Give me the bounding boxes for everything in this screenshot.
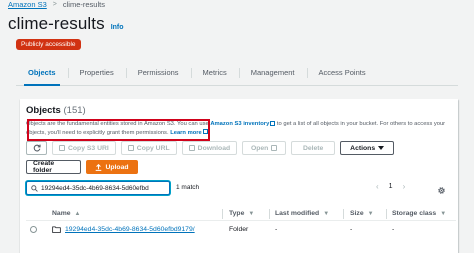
copy-url-button[interactable]: Copy URL: [120, 141, 177, 155]
page-title: clime-results: [8, 14, 105, 33]
sort-icon: ▼: [323, 210, 330, 217]
search-match-count: 1 match: [176, 184, 200, 191]
object-search-input[interactable]: 19294ed4-35dc-4b69-8634-5d60efbd: [26, 181, 170, 195]
objects-title: Objects: [26, 105, 61, 116]
highlight-box: [27, 119, 210, 141]
breadcrumb-separator: >: [52, 1, 57, 8]
caret-down-icon: [378, 146, 385, 150]
inventory-link[interactable]: Amazon S3 inventory: [210, 121, 269, 127]
sort-icon: ▼: [367, 210, 374, 217]
refresh-icon: [33, 144, 41, 152]
previous-page-icon[interactable]: ‹: [376, 182, 379, 191]
search-value: 19294ed4-35dc-4b69-8634-5d60efbd: [41, 184, 149, 192]
create-folder-button[interactable]: Create folder: [26, 160, 81, 174]
row-select-radio[interactable]: [30, 226, 37, 233]
row-type: Folder: [229, 226, 249, 233]
row-storage-class: -: [392, 226, 395, 233]
objects-heading: Objects (151): [26, 105, 86, 116]
objects-toolbar: Copy S3 URI Copy URL Download Open Delet…: [26, 141, 395, 155]
tab-management[interactable]: Management: [238, 60, 307, 85]
tab-objects[interactable]: Objects: [16, 60, 68, 86]
row-last-modified: -: [275, 226, 278, 233]
breadcrumb: Amazon S3 > clime-results: [8, 0, 105, 9]
column-storage-class-label: Storage class: [392, 210, 437, 217]
upload-button[interactable]: Upload: [86, 160, 138, 174]
folder-name: 19294ed4-35dc-4b69-8634-5d60efbd9179/: [65, 226, 195, 233]
bucket-tabs: Objects Properties Permissions Metrics M…: [16, 60, 458, 86]
page-header: clime-results Info: [8, 14, 124, 34]
open-label: Open: [250, 144, 269, 152]
copy-url-label: Copy URL: [136, 144, 170, 152]
objects-toolbar-secondary: Create folder Upload: [26, 160, 138, 174]
public-access-badge: Publicly accessible: [16, 39, 81, 50]
copy-icon: [127, 145, 134, 151]
column-header-name[interactable]: Name ▲: [52, 210, 80, 217]
open-button[interactable]: Open: [242, 141, 287, 155]
external-link-icon: [271, 145, 278, 151]
sort-icon: ▼: [248, 210, 255, 217]
column-last-modified-label: Last modified: [275, 210, 320, 217]
info-link[interactable]: Info: [111, 24, 124, 31]
current-page[interactable]: 1: [389, 183, 393, 190]
column-size-label: Size: [350, 210, 364, 217]
column-header-storage-class[interactable]: Storage class ▼: [392, 210, 446, 217]
upload-icon: [96, 163, 102, 171]
pagination: ‹ 1 ›: [376, 182, 405, 191]
column-divider: [269, 209, 270, 219]
sort-icon: ▼: [440, 210, 447, 217]
breadcrumb-amazon-s3[interactable]: Amazon S3: [8, 0, 47, 9]
copy-s3-uri-label: Copy S3 URI: [68, 144, 109, 152]
tab-access-points[interactable]: Access Points: [306, 60, 378, 85]
column-divider: [386, 209, 387, 219]
tab-metrics[interactable]: Metrics: [190, 60, 239, 85]
column-header-last-modified[interactable]: Last modified ▼: [275, 210, 329, 217]
delete-button[interactable]: Delete: [291, 141, 336, 155]
upload-label: Upload: [105, 163, 129, 171]
column-divider: [222, 209, 223, 219]
sort-icon: ▲: [74, 210, 81, 217]
preferences-button[interactable]: [437, 182, 446, 200]
actions-dropdown[interactable]: Actions: [340, 141, 395, 155]
objects-count: (151): [63, 105, 86, 116]
column-divider: [343, 209, 344, 219]
download-button[interactable]: Download: [181, 141, 238, 155]
table-header: Name ▲ Type ▼ Last modified ▼ Size ▼ Sto…: [26, 207, 456, 221]
external-link-icon: [270, 120, 276, 126]
folder-icon: [52, 226, 61, 233]
column-header-size[interactable]: Size ▼: [350, 210, 374, 217]
download-icon: [188, 145, 195, 151]
copy-s3-uri-button[interactable]: Copy S3 URI: [52, 141, 116, 155]
table-row[interactable]: 19294ed4-35dc-4b69-8634-5d60efbd9179/ Fo…: [26, 223, 456, 237]
tab-permissions[interactable]: Permissions: [125, 60, 191, 85]
column-type-label: Type: [229, 210, 245, 217]
column-header-type[interactable]: Type ▼: [229, 210, 254, 217]
tab-properties[interactable]: Properties: [67, 60, 126, 85]
next-page-icon[interactable]: ›: [403, 182, 406, 191]
actions-label: Actions: [350, 144, 376, 152]
folder-link[interactable]: 19294ed4-35dc-4b69-8634-5d60efbd9179/: [52, 226, 195, 233]
refresh-button[interactable]: [26, 141, 47, 155]
copy-icon: [59, 145, 65, 151]
gear-icon: [438, 187, 445, 194]
delete-label: Delete: [302, 144, 324, 152]
search-icon: [31, 184, 38, 192]
download-label: Download: [197, 144, 231, 152]
column-name-label: Name: [52, 210, 71, 217]
row-size: -: [350, 226, 353, 233]
breadcrumb-current: clime-results: [62, 0, 105, 9]
